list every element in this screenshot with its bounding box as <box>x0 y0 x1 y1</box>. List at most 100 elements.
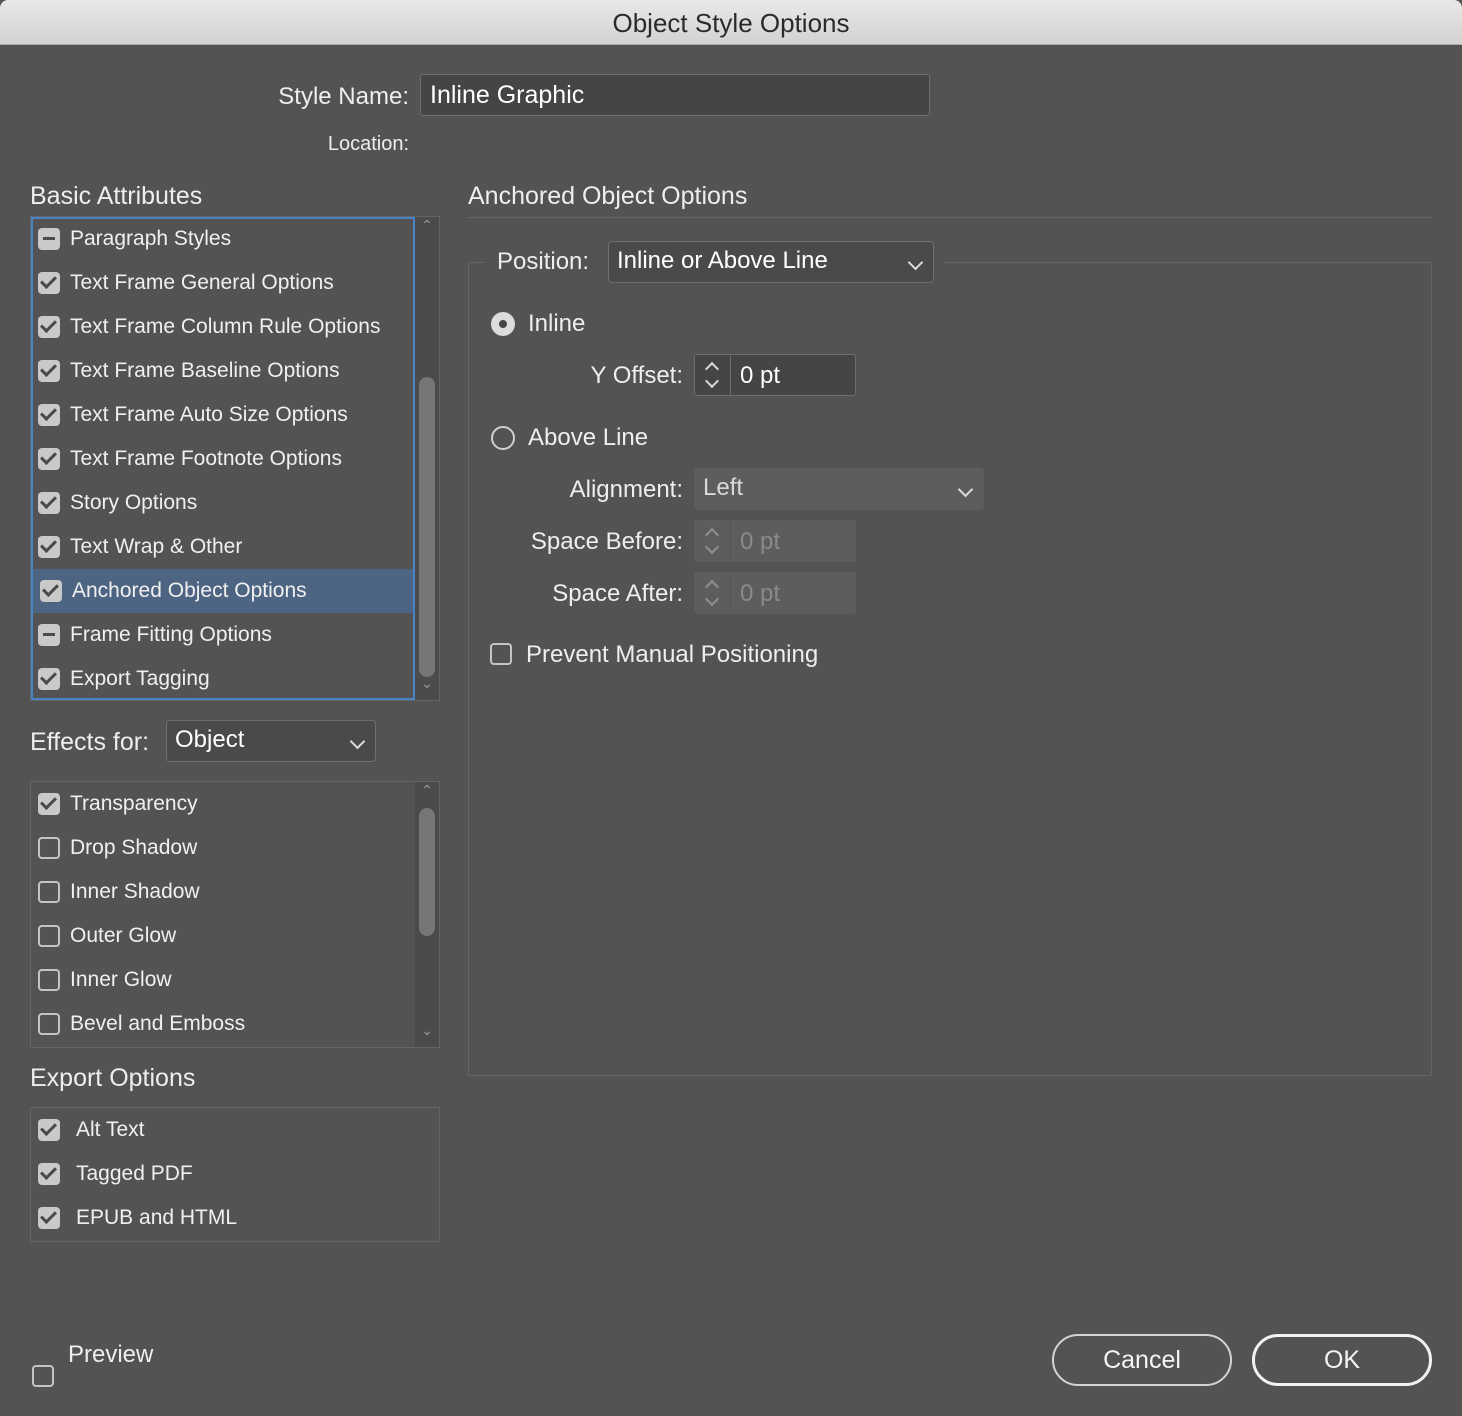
list-item-label: Bevel and Emboss <box>70 1012 246 1035</box>
list-item[interactable]: Alt Text <box>31 1108 409 1152</box>
checkbox-icon[interactable] <box>38 536 60 558</box>
checkbox-icon[interactable] <box>38 404 60 426</box>
list-item[interactable]: Text Frame General Options <box>31 261 409 305</box>
list-item[interactable]: Bevel and Emboss <box>31 1002 409 1046</box>
alignment-label: Alignment: <box>569 476 683 503</box>
scroll-down-arrow[interactable]: ⌄ <box>415 1022 439 1039</box>
above-line-radio[interactable] <box>491 426 515 450</box>
list-item[interactable]: Inner Glow <box>31 958 409 1002</box>
chevron-down-icon <box>907 254 924 271</box>
panel-title: Anchored Object Options <box>468 182 748 210</box>
checkbox-icon[interactable] <box>38 1207 60 1229</box>
inline-radio[interactable] <box>491 312 515 336</box>
checkbox-icon[interactable] <box>38 492 60 514</box>
checkbox-icon[interactable] <box>38 925 60 947</box>
scrollbar[interactable]: ⌃ ⌄ <box>415 782 439 1047</box>
list-item[interactable]: Text Frame Footnote Options <box>31 437 409 481</box>
space-after-value: 0 pt <box>740 580 781 607</box>
list-item-label: Outer Glow <box>70 924 177 947</box>
checkbox-icon[interactable] <box>38 448 60 470</box>
list-item[interactable]: Tagged PDF <box>31 1152 409 1196</box>
style-name-input[interactable] <box>420 74 930 116</box>
checkbox-icon[interactable] <box>38 360 60 382</box>
checkbox-icon[interactable] <box>38 272 60 294</box>
preview-checkbox[interactable] <box>32 1365 54 1387</box>
space-before-stepper[interactable]: 0 pt <box>694 520 856 562</box>
chevron-down-icon <box>957 481 974 498</box>
export-options-title: Export Options <box>30 1064 196 1092</box>
effects-for-label: Effects for: <box>30 728 150 756</box>
alignment-dropdown[interactable]: Left <box>694 468 984 510</box>
preview-label: Preview <box>68 1341 154 1368</box>
list-item[interactable]: Drop Shadow <box>31 826 409 870</box>
checkbox-icon[interactable] <box>38 668 60 690</box>
list-item[interactable]: Text Wrap & Other <box>31 525 409 569</box>
list-item[interactable]: Outer Glow <box>31 914 409 958</box>
list-item-label: Alt Text <box>76 1118 145 1141</box>
space-after-stepper[interactable]: 0 pt <box>694 572 856 614</box>
position-value: Inline or Above Line <box>617 247 828 274</box>
scroll-down-arrow[interactable]: ⌄ <box>415 675 439 692</box>
cancel-button[interactable]: Cancel <box>1052 1334 1232 1386</box>
list-item[interactable]: Text Frame Auto Size Options <box>31 393 409 437</box>
list-item-label: Text Wrap & Other <box>70 535 243 558</box>
list-item-label: Text Frame Auto Size Options <box>70 403 348 426</box>
list-item-label: Export Tagging <box>70 667 210 690</box>
location-label: Location: <box>327 133 409 155</box>
checkbox-icon[interactable] <box>38 1013 60 1035</box>
list-item[interactable]: Export Tagging <box>31 657 409 701</box>
list-item-label: Text Frame Baseline Options <box>70 359 340 382</box>
prevent-manual-positioning-label: Prevent Manual Positioning <box>526 641 819 668</box>
checkbox-icon[interactable] <box>38 316 60 338</box>
list-item[interactable]: Story Options <box>31 481 409 525</box>
style-name-label: Style Name: <box>278 83 409 110</box>
basic-attributes-list: Paragraph Styles Text Frame General Opti… <box>30 216 440 701</box>
checkbox-icon[interactable] <box>38 624 60 646</box>
scrollbar[interactable]: ⌃ ⌄ <box>415 217 439 700</box>
ok-button[interactable]: OK <box>1252 1334 1432 1386</box>
checkbox-icon[interactable] <box>38 793 60 815</box>
above-line-label: Above Line <box>528 424 649 451</box>
list-item-label: Tagged PDF <box>76 1162 193 1185</box>
list-item-label: Transparency <box>70 792 198 815</box>
prevent-manual-positioning-checkbox[interactable] <box>490 643 512 665</box>
scroll-up-arrow[interactable]: ⌃ <box>415 217 439 234</box>
effects-for-dropdown[interactable]: Object <box>166 720 376 762</box>
list-item[interactable]: Paragraph Styles <box>31 217 409 261</box>
position-label: Position: <box>497 248 590 275</box>
stepper-icon[interactable] <box>695 355 731 395</box>
list-item-selected[interactable]: Anchored Object Options <box>33 569 413 613</box>
effects-list: Transparency Drop Shadow Inner Shadow Ou… <box>30 781 440 1048</box>
list-item[interactable]: EPUB and HTML <box>31 1196 409 1240</box>
scroll-thumb[interactable] <box>419 808 435 936</box>
stepper-icon[interactable] <box>695 521 731 561</box>
list-item-label: Inner Glow <box>70 968 172 991</box>
scroll-thumb[interactable] <box>419 377 435 677</box>
list-item-label: Text Frame Column Rule Options <box>70 315 381 338</box>
list-item-label: Inner Shadow <box>70 880 200 903</box>
position-dropdown[interactable]: Inline or Above Line <box>608 241 934 283</box>
scroll-up-arrow[interactable]: ⌃ <box>415 782 439 799</box>
checkbox-icon[interactable] <box>38 1163 60 1185</box>
list-item[interactable]: Inner Shadow <box>31 870 409 914</box>
checkbox-icon[interactable] <box>38 1119 60 1141</box>
y-offset-stepper[interactable]: 0 pt <box>694 354 856 396</box>
stepper-icon[interactable] <box>695 573 731 613</box>
list-item[interactable]: Transparency <box>31 782 409 826</box>
list-item[interactable]: Text Frame Column Rule Options <box>31 305 409 349</box>
panel-divider <box>468 217 1432 218</box>
title-bar: Object Style Options <box>0 0 1462 45</box>
checkbox-icon[interactable] <box>40 580 62 602</box>
space-before-value: 0 pt <box>740 528 781 555</box>
export-options-list: Alt Text Tagged PDF EPUB and HTML <box>30 1107 440 1242</box>
checkbox-icon[interactable] <box>38 228 60 250</box>
checkbox-icon[interactable] <box>38 881 60 903</box>
y-offset-label: Y Offset: <box>590 362 684 389</box>
list-item-label: Frame Fitting Options <box>70 623 272 646</box>
list-item[interactable]: Text Frame Baseline Options <box>31 349 409 393</box>
list-item-label: Story Options <box>70 491 198 514</box>
checkbox-icon[interactable] <box>38 969 60 991</box>
space-before-label: Space Before: <box>530 528 683 555</box>
checkbox-icon[interactable] <box>38 837 60 859</box>
list-item[interactable]: Frame Fitting Options <box>31 613 409 657</box>
